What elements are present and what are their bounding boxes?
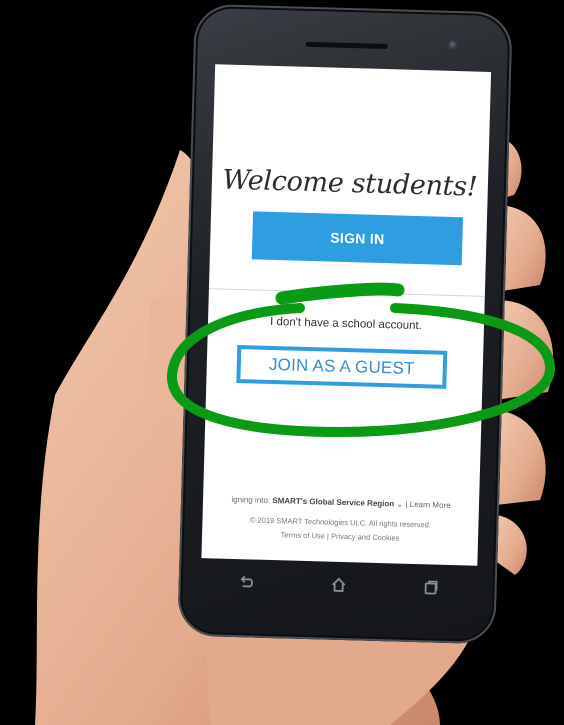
legal-separator: | — [326, 531, 330, 541]
section-divider — [208, 288, 485, 297]
no-account-text: I don't have a school account. — [269, 315, 423, 333]
recents-icon[interactable] — [420, 577, 441, 598]
join-as-guest-label: JOIN AS A GUEST — [268, 354, 415, 378]
welcome-heading: Welcome students! — [222, 164, 478, 203]
footer-separator: | — [405, 499, 408, 509]
earpiece-speaker — [305, 41, 388, 50]
legal-links: Terms of Use | Privacy and Cookies — [202, 528, 478, 545]
photo-scene: Welcome students! SIGN IN I don't have a… — [0, 0, 564, 725]
region-selector[interactable]: SMART's Global Service Region — [272, 496, 394, 508]
join-as-guest-button[interactable]: JOIN AS A GUEST — [236, 345, 448, 389]
front-camera — [448, 40, 458, 51]
chevron-down-icon[interactable]: ⌄ — [396, 500, 403, 509]
android-nav-bar — [200, 559, 477, 611]
smartphone: Welcome students! SIGN IN I don't have a… — [177, 3, 513, 645]
back-icon[interactable] — [236, 572, 257, 593]
terms-of-use-link[interactable]: Terms of Use — [281, 530, 325, 540]
region-line: igning into: SMART's Global Service Regi… — [203, 494, 479, 511]
privacy-cookies-link[interactable]: Privacy and Cookies — [331, 532, 400, 543]
learn-more-link[interactable]: Learn More — [410, 500, 451, 510]
signing-into-prefix: igning into: — [231, 494, 271, 505]
phone-screen: Welcome students! SIGN IN I don't have a… — [201, 64, 492, 566]
home-icon[interactable] — [328, 575, 349, 596]
sign-in-label: SIGN IN — [330, 229, 385, 248]
sign-in-button[interactable]: SIGN IN — [251, 211, 464, 266]
